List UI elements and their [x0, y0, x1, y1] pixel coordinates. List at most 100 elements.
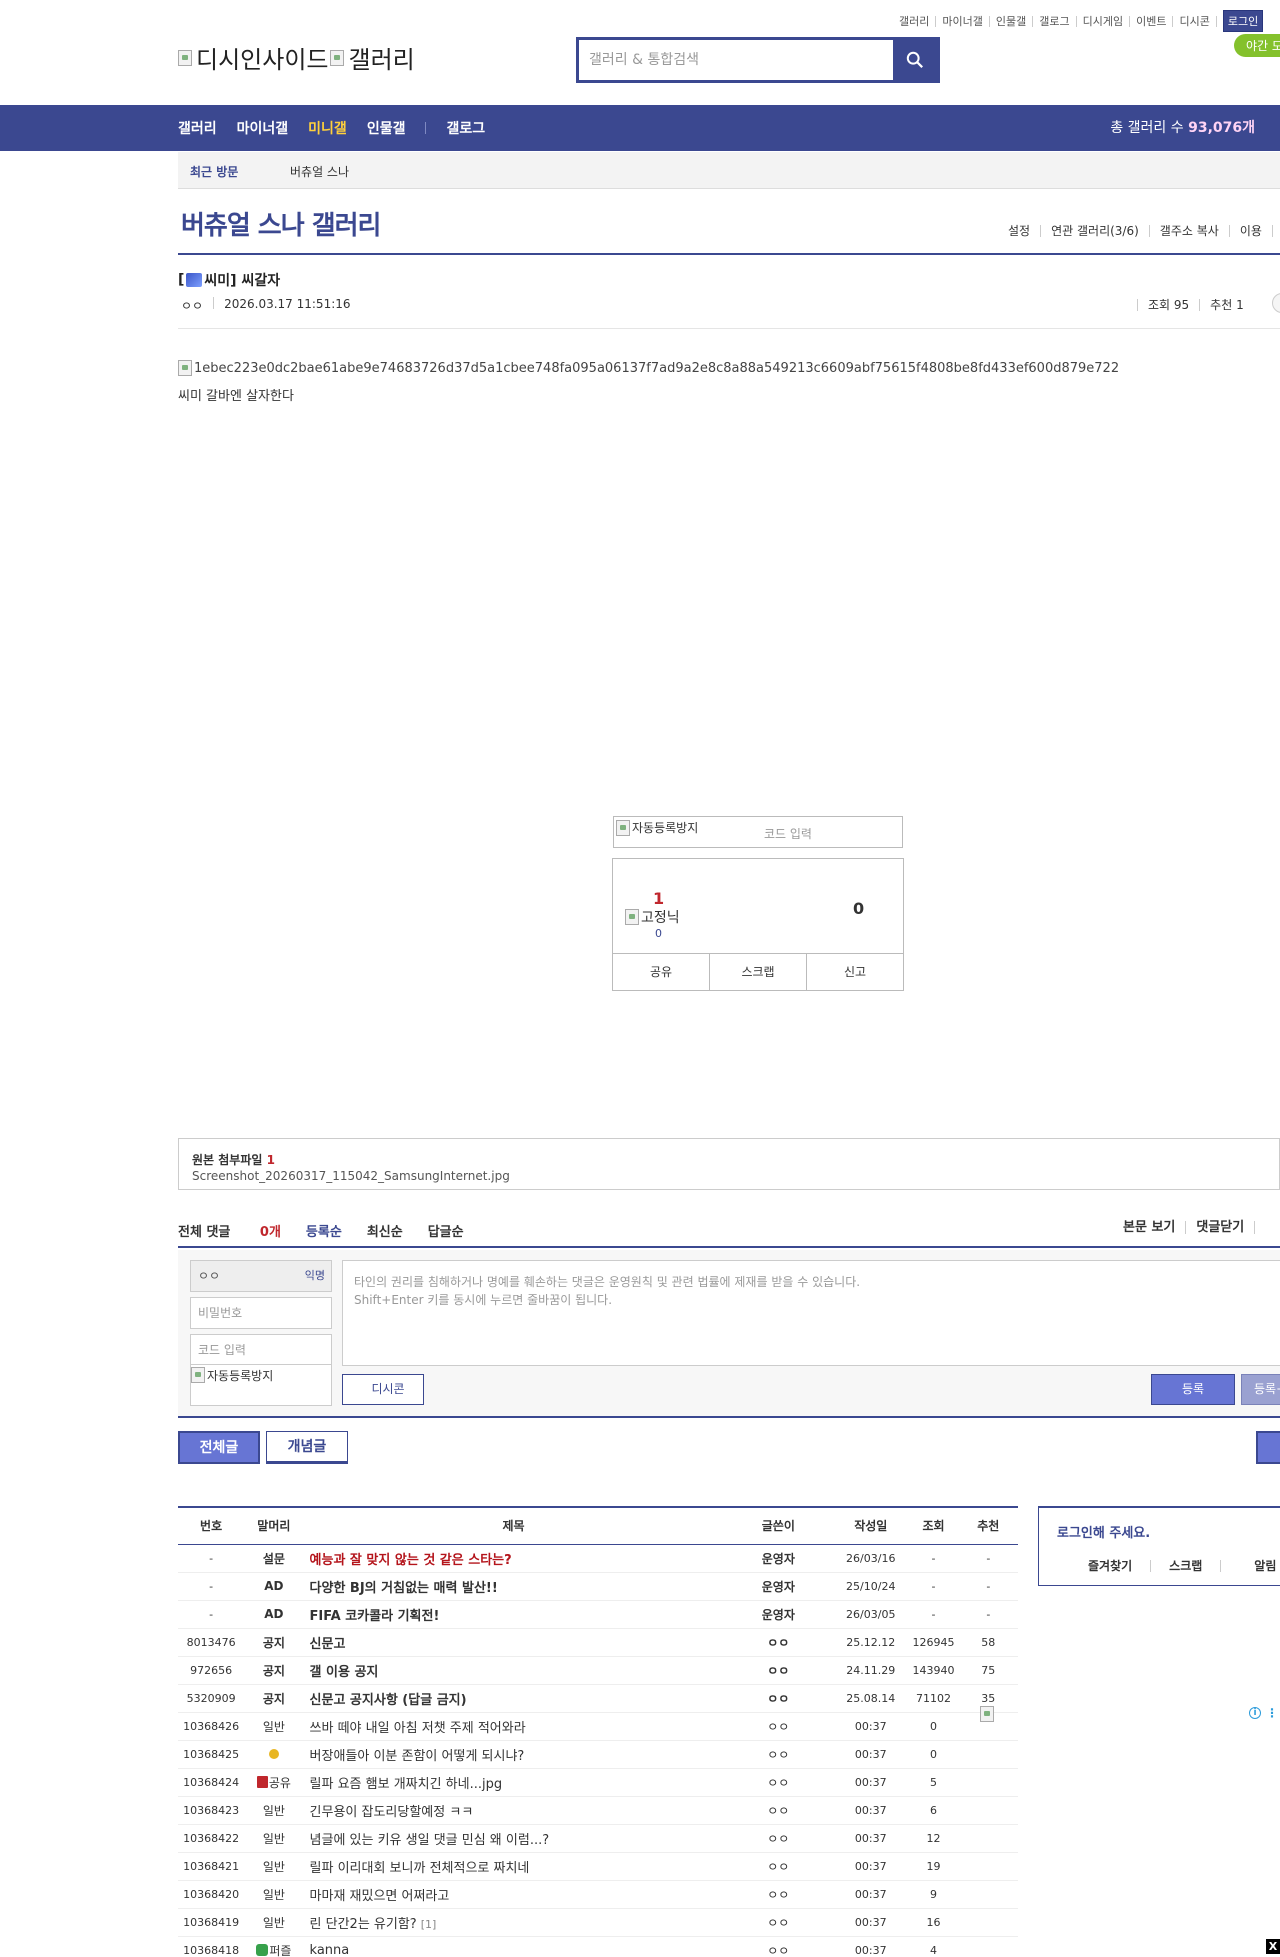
ad-info-icon[interactable]: i [1249, 1707, 1261, 1719]
post-writer[interactable]: 운영자 [723, 1600, 834, 1629]
post-author[interactable]: ㅇㅇ [181, 297, 213, 314]
post-writer[interactable]: ㅇㅇ [723, 1824, 834, 1853]
topnav-person[interactable]: 인물갤 [990, 15, 1034, 27]
login-message[interactable]: 로그인해 주세요. [1057, 1522, 1150, 1541]
post-writer[interactable]: ㅇㅇ [723, 1656, 834, 1685]
topnav-gallery[interactable]: 갤러리 [893, 15, 937, 27]
post-subject-text[interactable]: FIFA 코카콜라 기획전! [310, 1609, 440, 1624]
post-subject-text[interactable]: 신문고 공지사항 (답글 금지) [310, 1693, 467, 1708]
post-subject[interactable]: 긴무용이 잡도리당할예정 ㅋㅋ [303, 1796, 724, 1825]
comment-textarea[interactable]: 타인의 권리를 침해하거나 명예를 훼손하는 댓글은 운영원칙 및 관련 법률에… [342, 1260, 1280, 1366]
fixed-nick-upvote-button[interactable]: 고정닉 [625, 907, 680, 927]
notification-link[interactable]: 알림 [1221, 1560, 1280, 1572]
post-subject[interactable]: 린 단간2는 유기함? [1] [303, 1908, 724, 1937]
post-subject[interactable]: 릴파 요즘 햄보 개짜치긴 하네...jpg [303, 1768, 724, 1797]
downvote-count[interactable]: 0 [853, 899, 864, 918]
topnav-dcgame[interactable]: 디시게임 [1077, 15, 1131, 27]
post-subject[interactable]: 갤 이용 공지 [303, 1656, 724, 1685]
post-writer[interactable]: ㅇㅇ [723, 1712, 834, 1741]
gnb-minor[interactable]: 마이너갤 [237, 118, 289, 138]
post-subject-text[interactable]: kanna [310, 1943, 350, 1957]
post-writer[interactable]: 운영자 [723, 1544, 834, 1573]
post-subject[interactable]: 신문고 공지사항 (답글 금지) [303, 1684, 724, 1713]
gnb-gallery[interactable]: 갤러리 [178, 118, 217, 138]
topnav-gallog[interactable]: 갤로그 [1033, 15, 1077, 27]
post-writer[interactable]: ㅇㅇ [723, 1740, 834, 1769]
password-field[interactable]: 비밀번호 [190, 1297, 332, 1329]
post-subject-text[interactable]: 갤 이용 공지 [310, 1665, 379, 1680]
post-subject-text[interactable]: 릴파 이리대회 보니까 전체적으로 짜치네 [310, 1861, 530, 1876]
gnb-person[interactable]: 인물갤 [367, 118, 406, 138]
search-input[interactable] [579, 40, 893, 80]
post-writer[interactable]: ㅇㅇ [723, 1684, 834, 1713]
post-writer[interactable]: ㅇㅇ [723, 1936, 834, 1957]
post-writer[interactable]: ㅇㅇ [723, 1852, 834, 1881]
post-subject[interactable]: 념글에 있는 키유 생일 댓글 민심 왜 이럼...? [303, 1824, 724, 1853]
dccon-button[interactable]: 디시콘 [342, 1374, 424, 1405]
gallery-title[interactable]: 버츄얼 스나 갤러리 [181, 205, 381, 242]
favorites-link[interactable]: 즐겨찾기 [1039, 1560, 1152, 1572]
ad-broken-image-icon[interactable] [980, 1706, 994, 1722]
scrap-button[interactable]: 스크랩 [710, 954, 807, 990]
post-subject-text[interactable]: 릴파 요즘 햄보 개짜치긴 하네...jpg [310, 1777, 503, 1792]
post-subject-text[interactable]: 버장애들아 이분 존함이 어떻게 되시냐? [310, 1749, 525, 1764]
copy-url-link[interactable]: 갤주소 복사 [1150, 225, 1230, 237]
write-button[interactable] [1256, 1431, 1280, 1464]
close-comments-link[interactable]: 댓글닫기 [1186, 1221, 1256, 1234]
post-image[interactable]: 1ebec223e0dc2bae61abe9e74683726d37d5a1cb… [178, 360, 1119, 376]
post-subject-text[interactable]: 쓰바 떼야 내일 아침 저챗 주제 적어와라 [310, 1721, 526, 1736]
post-writer[interactable]: ㅇㅇ [723, 1908, 834, 1937]
post-subject[interactable]: 릴파 이리대회 보니까 전체적으로 짜치네 [303, 1852, 724, 1881]
recent-visit-label[interactable]: 최근 방문 [190, 163, 238, 180]
tab-concept-posts[interactable]: 개념글 [266, 1431, 348, 1464]
captcha-code-field[interactable]: 코드 입력 [190, 1334, 332, 1366]
post-writer[interactable]: 운영자 [723, 1572, 834, 1601]
attachment-file-link[interactable]: Screenshot_20260317_115042_SamsungIntern… [192, 1169, 510, 1183]
post-subject-text[interactable]: 긴무용이 잡도리당할예정 ㅋㅋ [310, 1805, 474, 1820]
ad-more-icon[interactable]: ⋮ [1266, 1706, 1278, 1720]
captcha-code-input[interactable]: 코드 입력 [764, 825, 812, 842]
post-writer[interactable]: ㅇㅇ [723, 1768, 834, 1797]
gnb-gallog[interactable]: 갤로그 [446, 118, 485, 138]
post-subject-text[interactable]: 다양한 BJ의 거침없는 매력 발산!! [310, 1581, 498, 1596]
topnav-minor[interactable]: 마이너갤 [936, 15, 990, 27]
topnav-dccon[interactable]: 디시콘 [1173, 15, 1217, 27]
post-subject-text[interactable]: 신문고 [310, 1637, 346, 1652]
post-subject[interactable]: 신문고 [303, 1628, 724, 1657]
view-body-link[interactable]: 본문 보기 [1123, 1221, 1187, 1234]
report-button[interactable]: 신고 [807, 954, 903, 990]
post-writer[interactable]: ㅇㅇ [723, 1628, 834, 1657]
post-subject-text[interactable]: 마마재 재밌으면 어쩌라고 [310, 1889, 450, 1904]
sort-latest[interactable]: 최신순 [367, 1221, 403, 1240]
sort-registered[interactable]: 등록순 [306, 1221, 342, 1240]
post-subject-text[interactable]: 예능과 잘 맞지 않는 것 같은 스타는? [310, 1553, 512, 1568]
nickname-field[interactable]: ㅇㅇ 익명 [190, 1260, 332, 1292]
recent-visit-item[interactable]: 버츄얼 스나 [290, 163, 349, 180]
settings-link[interactable]: 설정 [1008, 225, 1042, 237]
post-subject[interactable]: 버장애들아 이분 존함이 어떻게 되시냐? [303, 1740, 724, 1769]
search-button[interactable] [893, 40, 937, 80]
post-subject-text[interactable]: 린 단간2는 유기함? [310, 1917, 417, 1932]
share-button[interactable]: 공유 [613, 954, 710, 990]
post-subject[interactable]: 예능과 잘 맞지 않는 것 같은 스타는? [303, 1544, 724, 1573]
site-logo[interactable]: 디시인사이드 갤러리 [178, 40, 415, 75]
post-writer[interactable]: ㅇㅇ [723, 1880, 834, 1909]
gnb-mini[interactable]: 미니갤 [308, 118, 347, 138]
comment-submit-button[interactable]: 등록 [1151, 1374, 1235, 1405]
comment-submit-plus-button[interactable]: 등록+ [1241, 1374, 1280, 1405]
related-gallery-link[interactable]: 연관 갤러리(3/6) [1041, 225, 1150, 237]
scrap-link[interactable]: 스크랩 [1151, 1560, 1222, 1572]
night-mode-toggle[interactable]: 야간 모 [1234, 34, 1280, 57]
more-options-button[interactable] [1272, 293, 1280, 313]
post-subject[interactable]: 마마재 재밌으면 어쩌라고 [303, 1880, 724, 1909]
post-writer[interactable]: ㅇㅇ [723, 1796, 834, 1825]
post-subject[interactable]: 다양한 BJ의 거침없는 매력 발산!! [303, 1572, 724, 1601]
topnav-event[interactable]: 이벤트 [1130, 15, 1174, 27]
sort-reply[interactable]: 답글순 [428, 1221, 464, 1240]
post-subject-text[interactable]: 념글에 있는 키유 생일 댓글 민심 왜 이럼...? [310, 1833, 550, 1848]
post-subject[interactable]: FIFA 코카콜라 기획전! [303, 1600, 724, 1629]
post-subject[interactable]: 쓰바 떼야 내일 아침 저챗 주제 적어와라 [303, 1712, 724, 1741]
usage-link[interactable]: 이용 [1230, 225, 1273, 237]
ad-close-button[interactable]: X [1266, 1939, 1280, 1954]
login-button[interactable]: 로그인 [1222, 10, 1264, 32]
